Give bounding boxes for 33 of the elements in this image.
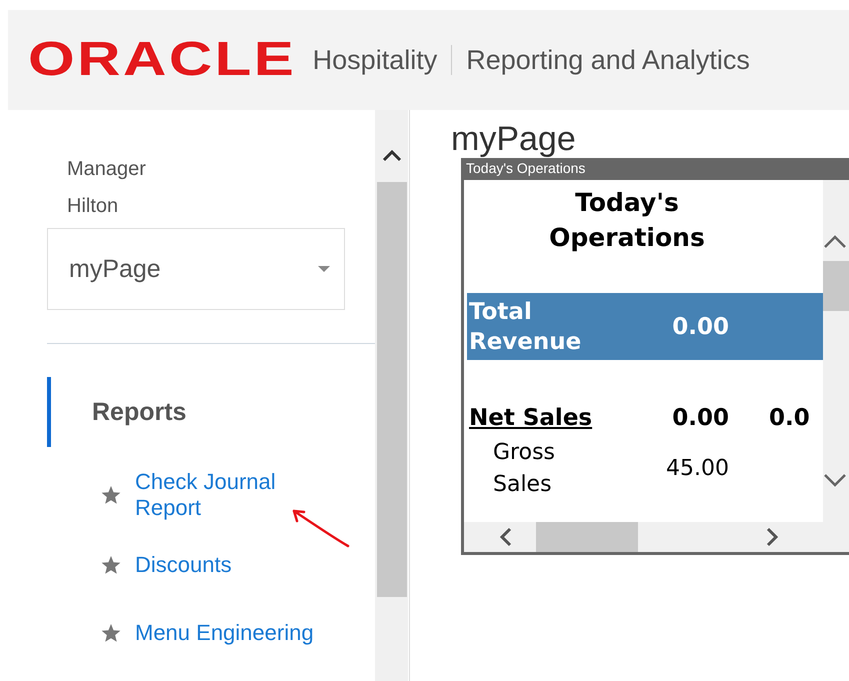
user-role: Manager — [67, 158, 147, 181]
scroll-right-icon[interactable] — [766, 527, 778, 547]
widget-title: Today's Operations — [464, 158, 849, 180]
scroll-up-icon[interactable] — [382, 150, 402, 162]
scrollbar[interactable] — [375, 110, 408, 681]
row-value: 0.00 — [672, 312, 729, 342]
scroll-thumb[interactable] — [823, 261, 849, 311]
star-icon[interactable] — [101, 624, 121, 642]
app-name: Reporting and Analytics — [465, 44, 750, 76]
row-value: 0.0 — [769, 405, 810, 431]
row-label: Net Sales — [468, 405, 594, 431]
report-heading: Today's Operations — [548, 187, 706, 254]
logo: ORACLE — [28, 36, 296, 84]
star-icon[interactable] — [101, 556, 121, 574]
row-label: Gross Sales — [492, 439, 556, 499]
page-title: myPage — [451, 120, 577, 158]
scroll-down-icon[interactable] — [823, 473, 847, 487]
horizontal-scrollbar[interactable] — [464, 522, 849, 552]
row-value: 45.00 — [666, 455, 729, 483]
page-select[interactable]: myPage — [47, 228, 345, 310]
scroll-thumb[interactable] — [376, 182, 406, 597]
star-icon[interactable] — [101, 486, 121, 504]
product-name: Hospitality — [312, 45, 452, 75]
caret-icon — [318, 266, 330, 272]
scroll-left-icon[interactable] — [500, 527, 512, 547]
report-link[interactable]: Menu Engineering — [135, 620, 314, 646]
report-link[interactable]: Discounts — [135, 552, 232, 578]
row-value: 0.00 — [672, 405, 729, 431]
row-label: Total Revenue — [468, 298, 579, 356]
location-name: Hilton — [67, 195, 120, 218]
scroll-up-icon[interactable] — [823, 235, 847, 249]
report-link[interactable]: Check Journal Report — [135, 469, 305, 521]
scroll-thumb[interactable] — [536, 522, 638, 552]
